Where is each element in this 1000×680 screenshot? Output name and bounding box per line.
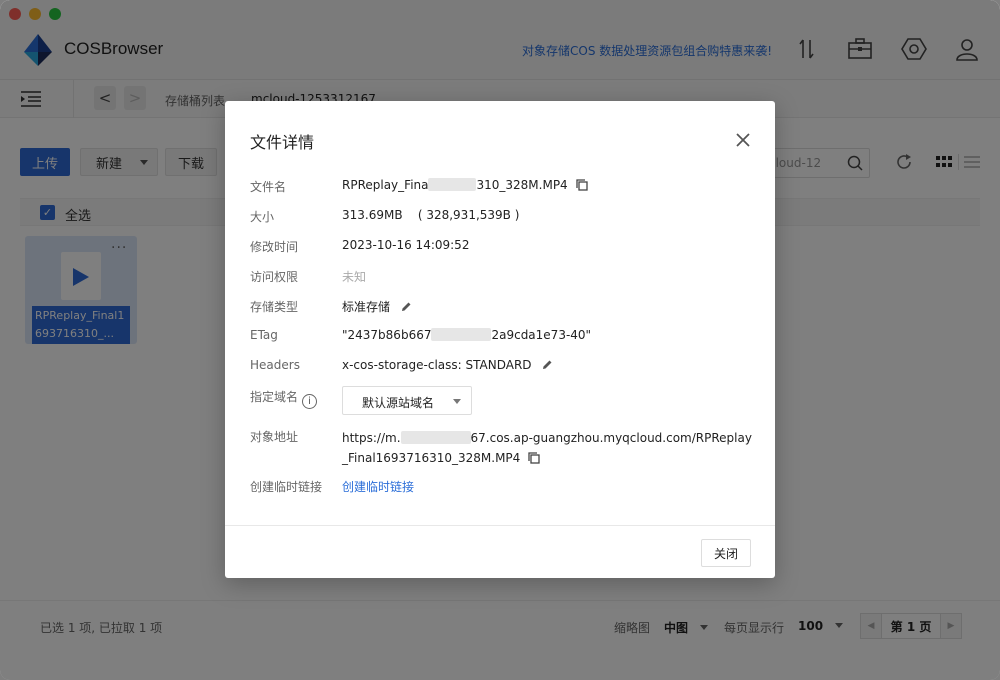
headers-text: x-cos-storage-class: STANDARD <box>342 358 532 372</box>
temp-link-label: 创建临时链接 <box>250 480 323 494</box>
storage-class-label: 存储类型 <box>250 300 299 314</box>
filename-value: RPReplay_Fina 310_328M.MP4 <box>342 178 588 192</box>
headers-value: x-cos-storage-class: STANDARD <box>342 358 553 372</box>
modified-time-value: 2023-10-16 14:09:52 <box>342 238 470 252</box>
object-url-label: 对象地址 <box>250 430 299 444</box>
app-window: COSBrowser 对象存储COS 数据处理资源包组合购特惠来袭! <box>0 0 1000 680</box>
file-details-dialog: 文件详情 文件名 RPReplay_Fina 310_328M.MP4 大小 31… <box>225 101 775 578</box>
domain-select-value: 默认源站域名 <box>362 396 435 410</box>
redacted-text <box>431 328 492 341</box>
close-button[interactable]: 关闭 <box>701 539 751 567</box>
create-temp-link[interactable]: 创建临时链接 <box>342 478 414 495</box>
domain-select[interactable]: 默认源站域名 <box>342 386 472 415</box>
close-icon[interactable] <box>734 131 752 149</box>
redacted-text <box>400 431 471 444</box>
size-label: 大小 <box>250 210 275 224</box>
filename-prefix: RPReplay_Fina <box>342 178 429 192</box>
object-url-value: https://m. 67.cos.ap-guangzhou.myqcloud.c… <box>342 428 752 468</box>
domain-label-text: 指定域名 <box>250 390 299 404</box>
filename-suffix: 310_328M.MP4 <box>476 178 568 192</box>
redacted-text <box>428 178 477 191</box>
copy-icon[interactable] <box>528 452 540 464</box>
access-permission-label: 访问权限 <box>250 270 299 284</box>
storage-class-value: 标准存储 <box>342 298 412 315</box>
size-value: 313.69MB ( 328,931,539B ) <box>342 208 520 222</box>
dialog-title: 文件详情 <box>250 133 315 152</box>
etag-value: "2437b86b667 2a9cda1e73-40" <box>342 328 591 342</box>
url-prefix: https://m. <box>342 431 401 445</box>
edit-icon[interactable] <box>400 301 412 313</box>
access-permission-value: 未知 <box>342 270 367 284</box>
dialog-divider <box>225 525 775 526</box>
storage-class-text: 标准存储 <box>342 300 391 314</box>
domain-label: 指定域名 i <box>250 388 318 409</box>
edit-icon[interactable] <box>541 359 553 371</box>
info-icon[interactable]: i <box>302 394 318 409</box>
filename-label: 文件名 <box>250 180 287 194</box>
etag-suffix: 2a9cda1e73-40" <box>491 328 592 342</box>
etag-label: ETag <box>250 328 278 342</box>
headers-label: Headers <box>250 358 300 372</box>
etag-prefix: "2437b86b667 <box>342 328 432 342</box>
modified-time-label: 修改时间 <box>250 240 299 254</box>
chevron-down-icon <box>453 399 461 404</box>
copy-icon[interactable] <box>575 179 588 191</box>
